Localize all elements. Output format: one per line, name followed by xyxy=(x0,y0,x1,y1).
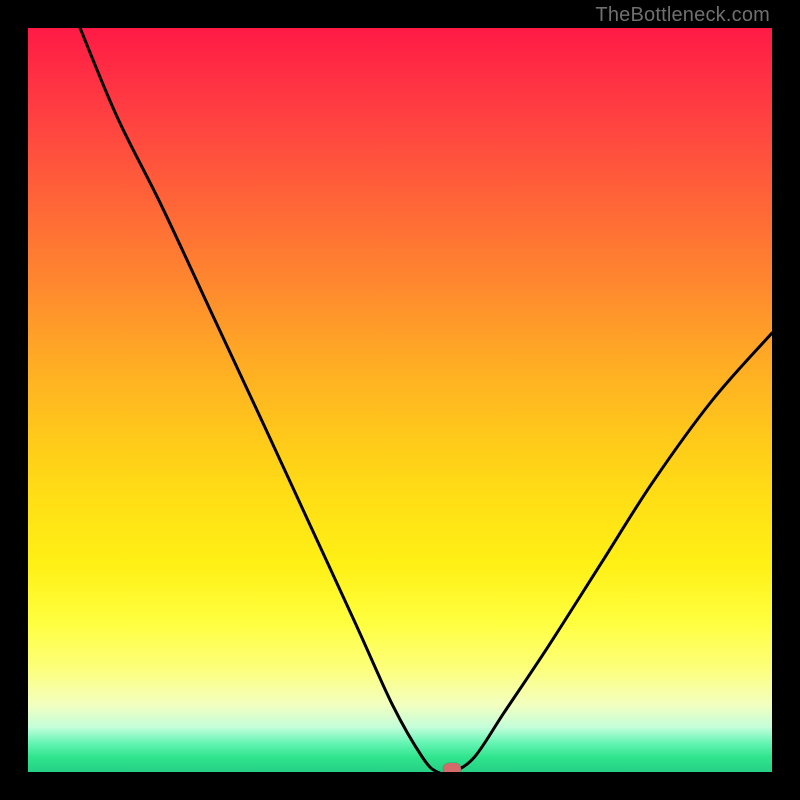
chart-frame: TheBottleneck.com xyxy=(0,0,800,800)
curve-svg xyxy=(28,28,772,772)
optimal-point-marker xyxy=(443,763,461,772)
watermark-text: TheBottleneck.com xyxy=(595,4,770,27)
plot-area xyxy=(28,28,772,772)
bottleneck-curve xyxy=(80,28,772,772)
